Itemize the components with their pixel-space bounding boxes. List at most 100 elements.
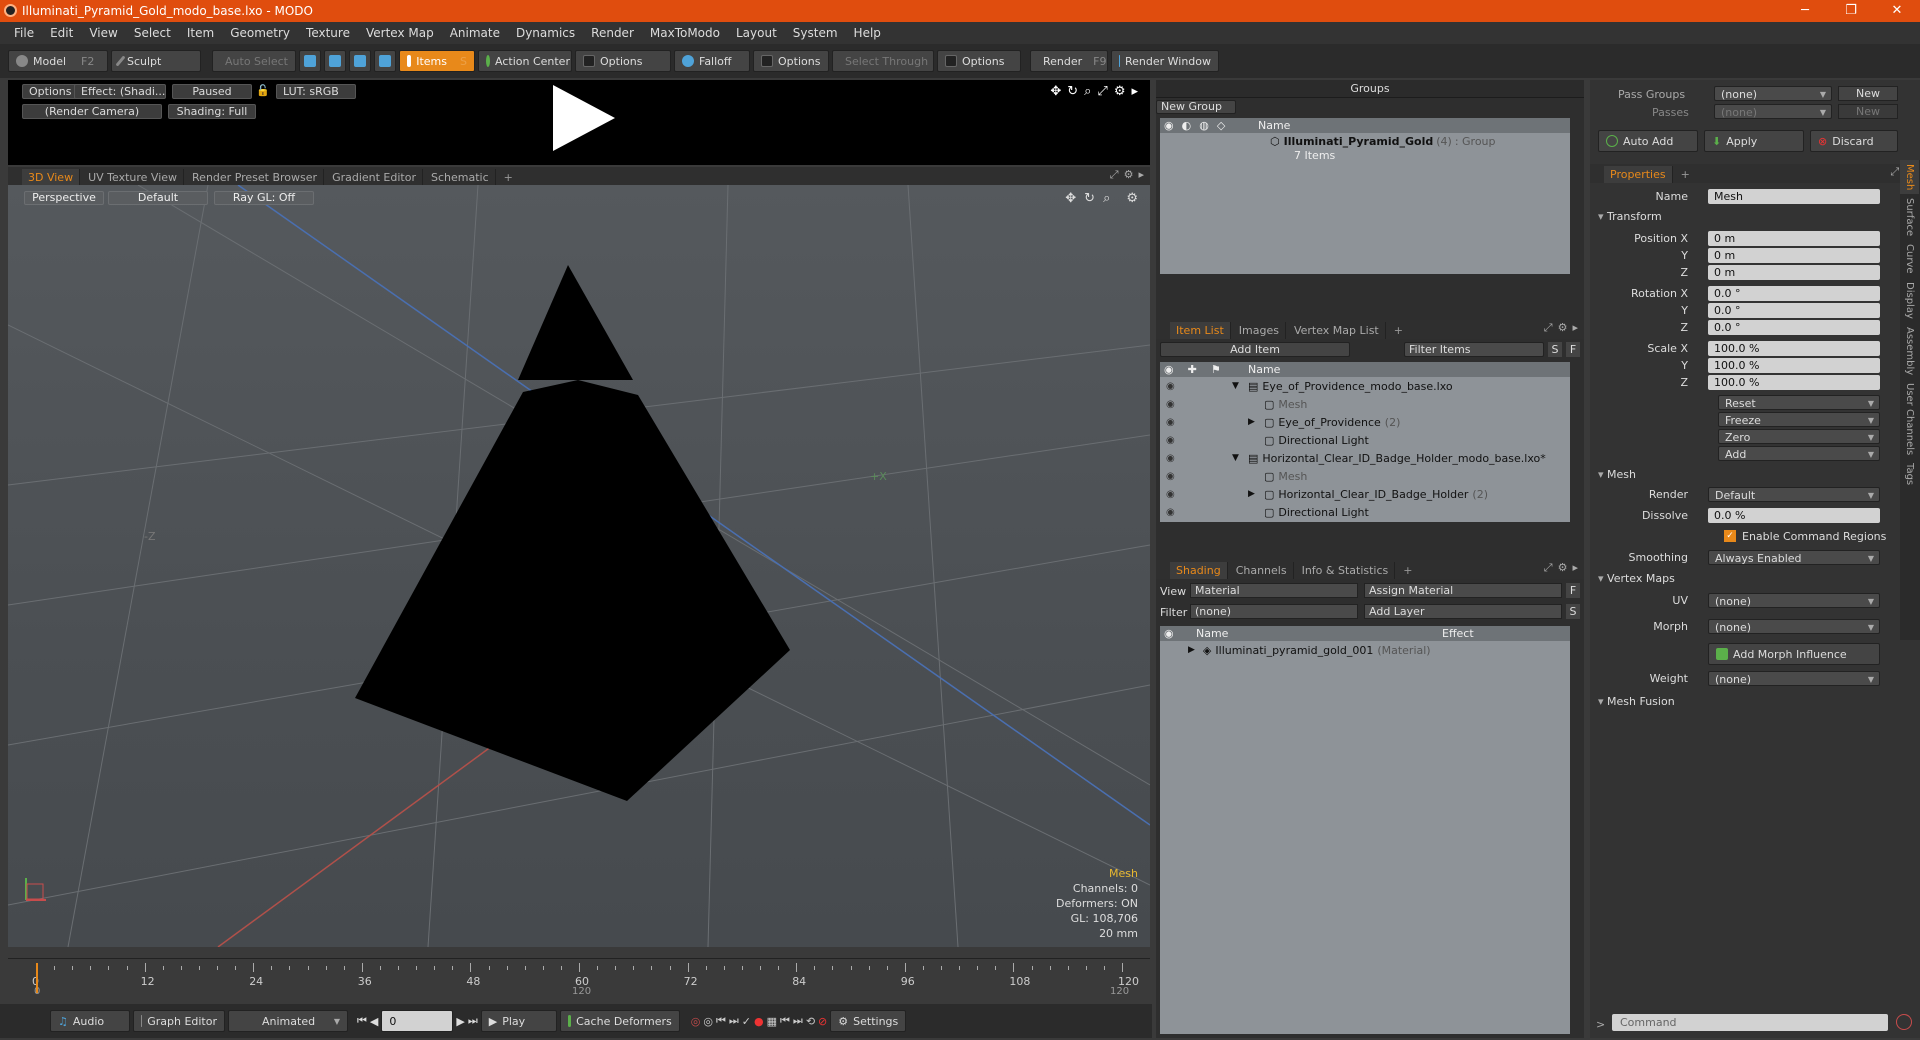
render-button[interactable]: Render F9 xyxy=(1030,50,1108,72)
scale-y-field[interactable]: 100.0 % xyxy=(1708,357,1880,373)
group-row[interactable]: ⬡ Illuminati_Pyramid_Gold (4) : Group xyxy=(1160,133,1570,149)
record-icon[interactable]: ● xyxy=(754,1015,764,1028)
menu-edit[interactable]: Edit xyxy=(42,26,81,40)
vtab-curve[interactable]: Curve xyxy=(1900,240,1919,278)
items-mode-button[interactable]: Items S xyxy=(399,50,475,72)
item-list-row[interactable]: ◉ ▶ ▢ Eye_of_Providence (2) xyxy=(1160,413,1570,431)
expand-arrow-icon[interactable]: ▶ xyxy=(1248,417,1264,427)
menu-dynamics[interactable]: Dynamics xyxy=(508,26,583,40)
add-morph-influence-button[interactable]: Add Morph Influence xyxy=(1708,643,1880,665)
item-list-row[interactable]: ◉ ▢ Directional Light xyxy=(1160,431,1570,449)
edges-mode-button[interactable] xyxy=(324,50,346,72)
eye-icon[interactable]: ◉ xyxy=(1166,489,1175,500)
minimize-button[interactable]: ─ xyxy=(1782,0,1828,22)
shading-dropdown[interactable]: Shading: Full xyxy=(168,104,256,119)
menu-render[interactable]: Render xyxy=(583,26,642,40)
mesh-section[interactable]: Mesh xyxy=(1598,468,1636,481)
stop-icon[interactable]: ⊘ xyxy=(818,1015,827,1028)
mesh-fusion-section[interactable]: Mesh Fusion xyxy=(1598,695,1675,708)
tab-render-preset-browser[interactable]: Render Preset Browser xyxy=(186,169,325,186)
menu-geometry[interactable]: Geometry xyxy=(222,26,298,40)
eye-icon[interactable]: ◉ xyxy=(1166,381,1175,392)
add-tab-button[interactable]: + xyxy=(498,169,519,186)
eye-icon[interactable]: ◉ xyxy=(1166,507,1175,518)
loop-icon[interactable]: ⟲ xyxy=(806,1015,815,1028)
expand-arrow-icon[interactable]: ▸ xyxy=(1572,321,1578,335)
eye-icon[interactable]: ◉ xyxy=(1164,119,1174,132)
add-item-dropdown[interactable]: Add Item xyxy=(1160,342,1350,357)
play-icon[interactable] xyxy=(553,85,615,151)
filter-items-input[interactable]: Filter Items xyxy=(1404,342,1544,357)
pass-groups-dropdown[interactable]: (none) xyxy=(1714,86,1832,102)
preview-effect-dropdown[interactable]: Effect: (Shadi... xyxy=(74,84,166,99)
shading-filter-dropdown[interactable]: (none) xyxy=(1190,604,1358,619)
item-list-row[interactable]: ◉ ▶ ▢ Horizontal_Clear_ID_Badge_Holder (2) xyxy=(1160,485,1570,503)
vtab-mesh[interactable]: Mesh xyxy=(1900,160,1919,195)
morph-dropdown[interactable]: (none) xyxy=(1708,618,1880,635)
eye-icon[interactable]: ◉ xyxy=(1164,363,1174,376)
shading-f-button[interactable]: F xyxy=(1566,583,1580,598)
tab-3d-view[interactable]: 3D View xyxy=(22,169,81,186)
polygons-mode-button[interactable] xyxy=(349,50,371,72)
checkmark-icon[interactable]: ✓ xyxy=(1724,530,1736,542)
add-tab-button[interactable]: + xyxy=(1388,322,1409,339)
prev-frame-icon[interactable]: ◀ xyxy=(370,1015,378,1028)
action-center-button[interactable]: Action Center xyxy=(478,50,572,72)
lock-icon[interactable]: ✚ xyxy=(1188,363,1197,376)
menu-help[interactable]: Help xyxy=(846,26,889,40)
discard-button[interactable]: ⊗ Discard xyxy=(1810,130,1898,152)
add-tab-button[interactable]: + xyxy=(1397,562,1418,579)
pan-icon[interactable]: ✥ xyxy=(1065,191,1076,206)
animated-dropdown[interactable]: Animated ▼ xyxy=(228,1010,348,1032)
rotation-z-field[interactable]: 0.0 ° xyxy=(1708,319,1880,335)
timeline[interactable]: 01224364860728496108120 0 120 120 xyxy=(8,958,1150,1000)
material-row[interactable]: ▶ ◈ Illuminati_pyramid_gold_001 (Materia… xyxy=(1160,641,1570,659)
preview-paused-button[interactable]: Paused xyxy=(172,84,252,99)
materials-mode-button[interactable] xyxy=(374,50,396,72)
model-button[interactable]: Model F2 xyxy=(8,50,108,72)
frame-input[interactable]: 0 xyxy=(381,1010,454,1032)
pyramid-body[interactable] xyxy=(355,380,790,801)
groups-list[interactable]: ◉ ◐ ◍ ◇ Name ⬡ Illuminati_Pyramid_Gold (4) :… xyxy=(1160,118,1570,274)
tab-schematic[interactable]: Schematic xyxy=(425,169,496,186)
menu-file[interactable]: File xyxy=(6,26,42,40)
expand-arrow-icon[interactable]: ▸ xyxy=(1138,168,1144,182)
tab-vertex-map-list[interactable]: Vertex Map List xyxy=(1288,322,1386,339)
position-x-field[interactable]: 0 m xyxy=(1708,230,1880,246)
pyramid-capstone[interactable] xyxy=(518,265,633,380)
render-icon[interactable]: ⚑ xyxy=(1211,363,1221,376)
tab-images[interactable]: Images xyxy=(1233,322,1286,339)
menu-system[interactable]: System xyxy=(785,26,846,40)
select-through-button[interactable]: Select Through xyxy=(832,50,934,72)
filter-s-button[interactable]: S xyxy=(1548,342,1562,357)
lut-dropdown[interactable]: LUT: sRGB xyxy=(276,84,356,99)
add-tab-button[interactable]: + xyxy=(1675,166,1696,183)
maximize-button[interactable]: ❐ xyxy=(1828,0,1874,22)
rotation-y-field[interactable]: 0.0 ° xyxy=(1708,302,1880,318)
expand-arrow-icon[interactable]: ▶ xyxy=(1248,489,1264,499)
falloff-button[interactable]: Falloff xyxy=(674,50,750,72)
maximize-icon[interactable]: ⤢ xyxy=(1544,321,1553,335)
auto-select-button[interactable]: Auto Select xyxy=(212,50,296,72)
assign-material-dropdown[interactable]: Assign Material xyxy=(1364,583,1562,598)
tab-properties[interactable]: Properties xyxy=(1604,166,1673,183)
menu-texture[interactable]: Texture xyxy=(298,26,358,40)
scale-z-field[interactable]: 100.0 % xyxy=(1708,374,1880,390)
key-options-icon[interactable]: ▦ xyxy=(767,1015,777,1028)
new-pass-button[interactable]: New xyxy=(1838,104,1898,119)
vtab-display[interactable]: Display xyxy=(1900,278,1919,323)
zoom-icon[interactable]: ⌕ xyxy=(1084,84,1091,99)
add-dropdown[interactable]: Add xyxy=(1718,445,1880,462)
lock-icon[interactable]: 🔓 xyxy=(256,84,270,97)
audio-button[interactable]: ♫ Audio xyxy=(50,1010,130,1032)
graph-editor-button[interactable]: Graph Editor xyxy=(133,1010,225,1032)
prev-key-icon[interactable]: ⏮ xyxy=(716,1014,726,1028)
shading-s-button[interactable]: S xyxy=(1566,604,1580,619)
eye-icon[interactable]: ◉ xyxy=(1166,399,1175,410)
menu-animate[interactable]: Animate xyxy=(442,26,508,40)
menu-item[interactable]: Item xyxy=(179,26,222,40)
shader-tree[interactable]: ◉ Name Effect ▶ ◈ Illuminati_pyramid_gol… xyxy=(1160,626,1570,1034)
vtab-assembly[interactable]: Assembly xyxy=(1900,323,1919,379)
rewind-icon[interactable]: ⏮ xyxy=(780,1014,790,1028)
zoom-icon[interactable]: ⌕ xyxy=(1103,191,1110,206)
